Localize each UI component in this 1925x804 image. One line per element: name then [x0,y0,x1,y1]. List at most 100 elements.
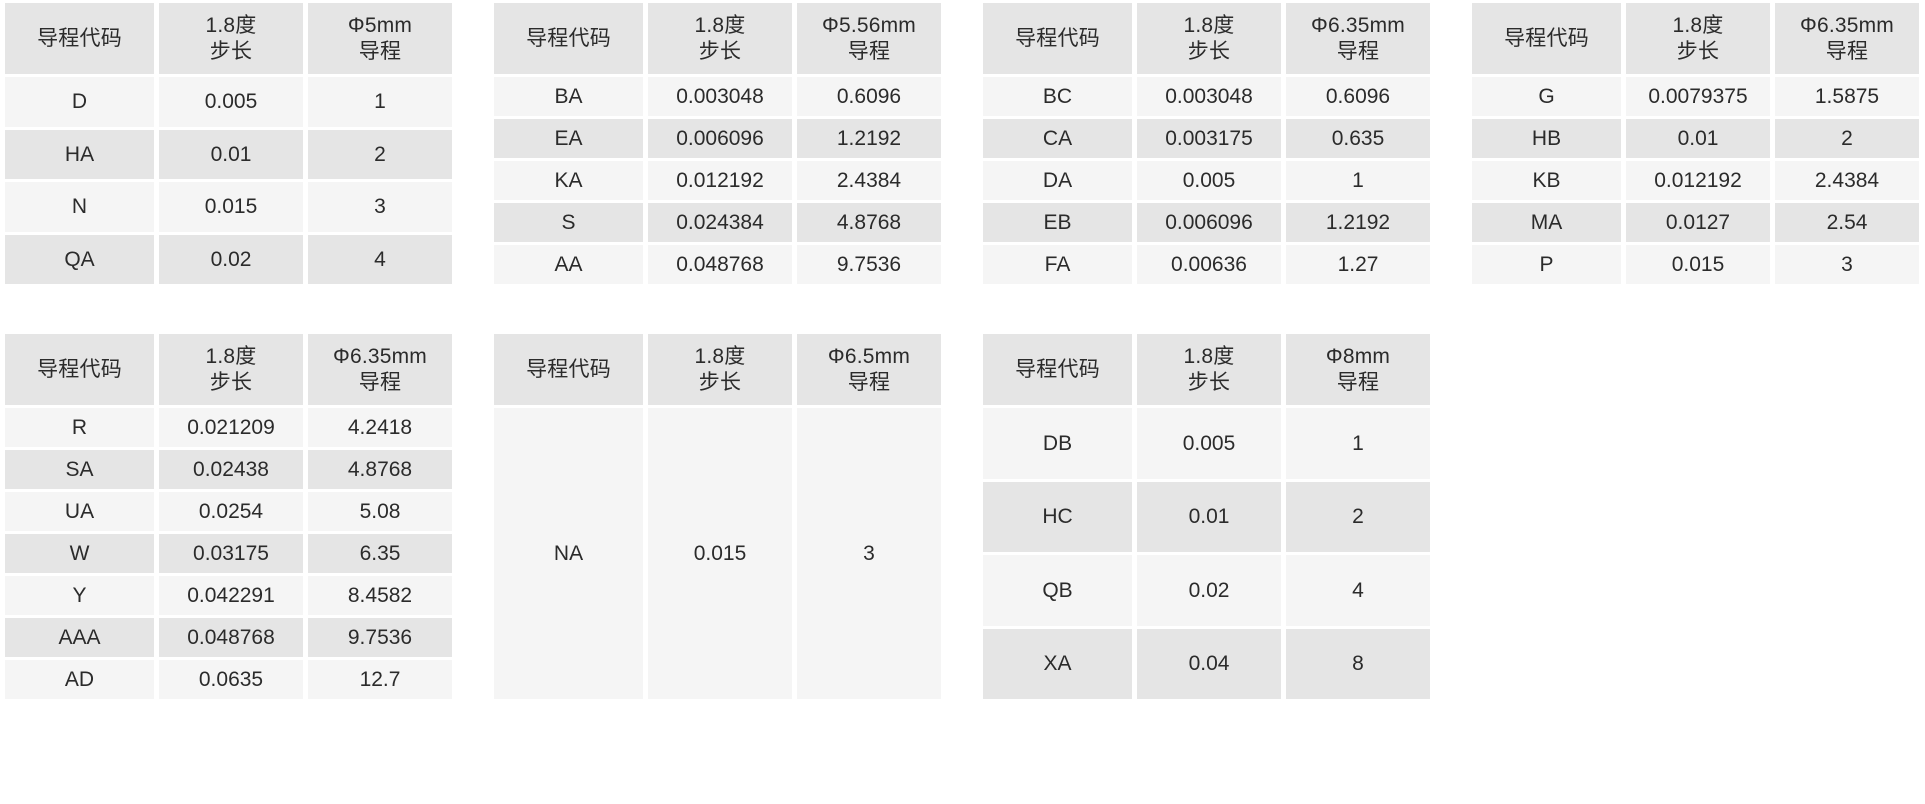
column-header-lead-line2: 导程 [1336,39,1380,63]
column-header-step-line2: 步长 [1187,370,1231,394]
table-row: HB 0.01 2 [1472,119,1919,158]
cell-lead-code: NA [494,408,643,699]
table-row: BA 0.003048 0.6096 [494,77,941,116]
cell-step-length: 0.042291 [159,576,303,615]
column-header-step-line1: 1.8度 [205,344,257,368]
cell-step-length: 0.02 [159,234,303,284]
column-header-lead-line1: Φ6.35mm [332,344,427,368]
table-header-row: 导程代码 1.8度 步长 Φ5mm 导程 [5,3,452,74]
table-row: EB 0.006096 1.2192 [983,203,1430,242]
cell-lead-value: 9.7536 [797,245,941,284]
table-row: Y 0.042291 8.4582 [5,576,452,615]
table-row: XA 0.04 8 [983,628,1430,699]
cell-step-length: 0.01 [1626,119,1770,158]
table-row: BC 0.003048 0.6096 [983,77,1430,116]
column-header-step-line1: 1.8度 [1183,344,1235,368]
column-header-step-angle: 1.8度 步长 [648,3,792,74]
cell-lead-code: UA [5,492,154,531]
table-phi6-35mm-c: 导程代码 1.8度 步长 Φ6.35mm 导程 R 0.021209 4.2418 SA 0.02… [0,331,457,702]
cell-lead-code: KA [494,161,643,200]
cell-step-length: 0.003175 [1137,119,1281,158]
cell-lead-value: 12.7 [308,660,452,699]
cell-step-length: 0.005 [1137,161,1281,200]
table-row: DA 0.005 1 [983,161,1430,200]
column-header-step-line2: 步长 [698,370,742,394]
column-header-lead-line1: Φ5mm [347,13,413,37]
cell-lead-value: 1.2192 [1286,203,1430,242]
table-row: AAA 0.048768 9.7536 [5,618,452,657]
cell-lead-value: 4.8768 [797,203,941,242]
column-header-step-line2: 步长 [209,370,253,394]
cell-lead-code: G [1472,77,1621,116]
cell-lead-code: DB [983,408,1132,479]
cell-lead-code: XA [983,628,1132,699]
table-phi8mm: 导程代码 1.8度 步长 Φ8mm 导程 DB 0.005 1 HC 0.01 2 QB 0.02 4 XA… [978,331,1435,702]
column-header-lead-diameter: Φ6.35mm 导程 [1286,3,1430,74]
cell-lead-code: W [5,534,154,573]
column-header-lead-code: 导程代码 [983,3,1132,74]
cell-step-length: 0.003048 [1137,77,1281,116]
table-row: EA 0.006096 1.2192 [494,119,941,158]
cell-lead-value: 3 [1775,245,1919,284]
column-header-step-angle: 1.8度 步长 [1626,3,1770,74]
column-header-lead-code-label: 导程代码 [1015,357,1100,381]
table-row: QA 0.02 4 [5,234,452,284]
table-header-row: 导程代码 1.8度 步长 Φ6.35mm 导程 [983,3,1430,74]
cell-lead-code: R [5,408,154,447]
cell-step-length: 0.021209 [159,408,303,447]
cell-lead-code: AD [5,660,154,699]
cell-step-length: 0.005 [1137,408,1281,479]
column-header-lead-code: 导程代码 [983,334,1132,405]
cell-lead-value: 4.8768 [308,450,452,489]
cell-lead-code: AAA [5,618,154,657]
column-header-lead-line1: Φ6.35mm [1799,13,1894,37]
column-header-lead-code-label: 导程代码 [526,26,611,50]
cell-step-length: 0.04 [1137,628,1281,699]
cell-lead-code: CA [983,119,1132,158]
table-phi5mm: 导程代码 1.8度 步长 Φ5mm 导程 D 0.005 1 HA 0.01 2 N 0.015 3 QA 0… [0,0,457,287]
table-row: KB 0.012192 2.4384 [1472,161,1919,200]
column-header-lead-code-label: 导程代码 [1015,26,1100,50]
table-row: D 0.005 1 [5,77,452,127]
cell-lead-code: HC [983,481,1132,552]
table-row: HA 0.01 2 [5,129,452,179]
cell-step-length: 0.024384 [648,203,792,242]
column-header-lead-code: 导程代码 [494,334,643,405]
cell-lead-code: BC [983,77,1132,116]
table-row: NA 0.015 3 [494,408,941,699]
cell-step-length: 0.01 [1137,481,1281,552]
column-header-lead-diameter: Φ6.5mm 导程 [797,334,941,405]
column-header-lead-diameter: Φ5mm 导程 [308,3,452,74]
cell-lead-value: 0.6096 [797,77,941,116]
cell-lead-value: 1.27 [1286,245,1430,284]
table-phi6-5mm: 导程代码 1.8度 步长 Φ6.5mm 导程 NA 0.015 3 [489,331,946,702]
cell-lead-value: 4.2418 [308,408,452,447]
cell-lead-value: 8 [1286,628,1430,699]
cell-lead-code: QA [5,234,154,284]
cell-lead-value: 2.4384 [797,161,941,200]
cell-lead-value: 1.5875 [1775,77,1919,116]
table-row: AA 0.048768 9.7536 [494,245,941,284]
column-header-lead-diameter: Φ6.35mm 导程 [1775,3,1919,74]
cell-lead-value: 2.54 [1775,203,1919,242]
table-row: SA 0.02438 4.8768 [5,450,452,489]
table-row: W 0.03175 6.35 [5,534,452,573]
cell-lead-value: 9.7536 [308,618,452,657]
cell-step-length: 0.048768 [159,618,303,657]
column-header-lead-diameter: Φ5.56mm 导程 [797,3,941,74]
column-header-lead-diameter: Φ8mm 导程 [1286,334,1430,405]
cell-lead-value: 1 [308,77,452,127]
cell-lead-code: QB [983,555,1132,626]
table-header-row: 导程代码 1.8度 步长 Φ8mm 导程 [983,334,1430,405]
cell-lead-value: 5.08 [308,492,452,531]
cell-lead-code: FA [983,245,1132,284]
table-row: UA 0.0254 5.08 [5,492,452,531]
table-row: HC 0.01 2 [983,481,1430,552]
column-header-lead-code: 导程代码 [5,3,154,74]
table-row: KA 0.012192 2.4384 [494,161,941,200]
column-header-step-angle: 1.8度 步长 [1137,334,1281,405]
cell-lead-value: 4 [1286,555,1430,626]
column-header-step-angle: 1.8度 步长 [1137,3,1281,74]
cell-step-length: 0.0254 [159,492,303,531]
cell-lead-code: MA [1472,203,1621,242]
